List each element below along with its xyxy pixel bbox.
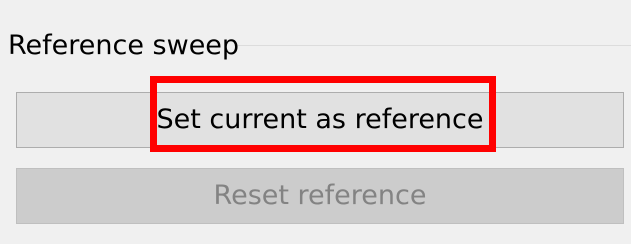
group-title: Reference sweep <box>8 30 240 61</box>
reference-sweep-group: Reference sweep Set current as reference… <box>0 0 631 244</box>
reset-reference-button: Reset reference <box>16 168 624 224</box>
set-reference-button[interactable]: Set current as reference <box>16 92 624 148</box>
group-border-line <box>238 45 631 46</box>
